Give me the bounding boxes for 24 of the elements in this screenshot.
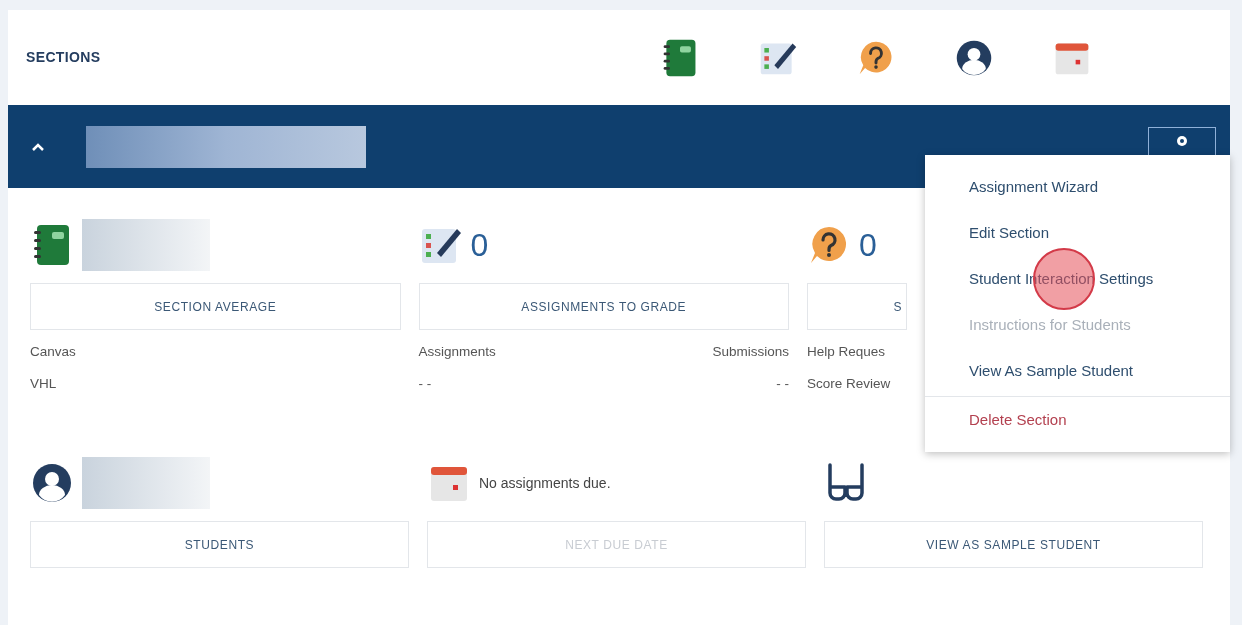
page-title: SECTIONS [26,48,101,67]
menu-item[interactable]: Delete Section [925,397,1230,443]
card-button[interactable]: S [807,283,907,330]
menu-item[interactable]: Assignment Wizard [925,164,1230,210]
stat-label: - - [418,375,432,394]
stat-label: VHL [30,375,57,394]
count-value: 0 [859,229,877,261]
user-icon [30,461,74,505]
card-button[interactable]: VIEW AS SAMPLE STUDENT [824,521,1203,568]
menu-item[interactable]: Edit Section [925,210,1230,256]
stat-label: Score Review [807,375,891,394]
stat-label: Submissions [712,343,789,361]
stat-label: - - [776,375,789,394]
settings-icon [1175,133,1189,148]
stat-label: Canvas [30,343,76,361]
card-button[interactable]: SECTION AVERAGE [30,283,401,330]
count-value: 0 [470,229,489,261]
stat-label: Assignments [418,343,496,361]
card-button[interactable]: ASSIGNMENTS TO GRADE [418,283,789,330]
stat-label: Help Reques [807,343,886,361]
menu-item[interactable]: Student Interaction Settings [925,256,1230,302]
card-button[interactable]: STUDENTS [30,521,409,568]
menu-item[interactable]: View As Sample Student [925,348,1230,394]
due-note: No assignments due. [479,473,611,493]
